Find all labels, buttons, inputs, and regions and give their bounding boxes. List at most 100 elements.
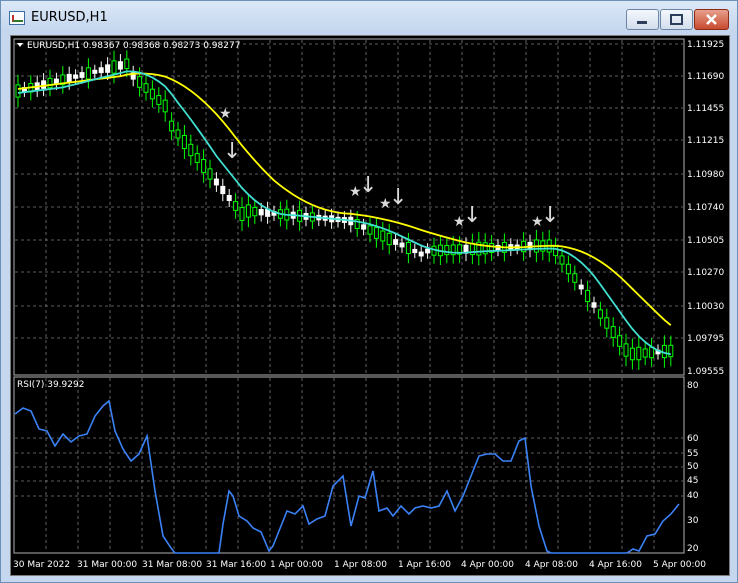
candle-body [53, 78, 59, 85]
price-label: 1.11455 [687, 104, 724, 114]
price-label: 1.10980 [687, 170, 724, 180]
candle-body [610, 326, 616, 338]
sell-arrow-icon: ↓ [223, 139, 241, 164]
candle-body [629, 347, 635, 361]
candle-body [386, 232, 392, 246]
chart-window: EURUSD,H1 ★ ★ ↓ ★ ↓ ★ ↓ ★ ↓ ↓ EURUSD,H1 0.98367 0… [0, 0, 738, 583]
candle-body [79, 72, 85, 78]
price-axis: 1.11925 1.11690 1.11455 1.11215 1.10980 … [687, 40, 724, 377]
maximize-button[interactable] [660, 9, 693, 30]
close-icon [706, 14, 717, 25]
candle-body [553, 245, 559, 257]
candle-body [137, 76, 143, 88]
ma-slow-line [17, 72, 672, 326]
price-label: 1.11215 [687, 136, 724, 146]
candle-body [617, 335, 623, 347]
candle-body [47, 77, 53, 89]
candle-body [258, 209, 264, 216]
price-label: 1.11925 [687, 40, 724, 50]
time-label: 31 Mar 16:00 [206, 560, 266, 570]
candle-body [162, 99, 168, 113]
sell-arrow-icon: ↓ [541, 203, 559, 228]
candle-body [245, 204, 251, 218]
rsi-level-label: 30 [687, 516, 699, 526]
candle-body [15, 84, 21, 98]
candle-body [572, 273, 578, 283]
candle-body [380, 230, 386, 242]
rsi-level-label: 20 [687, 544, 699, 554]
candle-body [604, 317, 610, 329]
price-label: 1.11690 [687, 72, 724, 82]
time-label: 4 Apr 00:00 [461, 560, 514, 570]
candle-body [169, 120, 175, 132]
candle-body [642, 348, 648, 358]
sell-arrow-icon: ↓ [389, 185, 407, 210]
main-pane-border [13, 38, 685, 376]
title-bar[interactable]: EURUSD,H1 [1, 1, 737, 35]
price-label: 1.09795 [687, 334, 724, 344]
chart-canvas[interactable]: ★★↓★↓★↓ ★↓↓ EURUSD,H1 0.98367 0.98368 0.9… [11, 36, 729, 575]
candle-body [226, 194, 232, 202]
candle-body [105, 64, 111, 73]
candle-body [393, 239, 399, 245]
candle-body [578, 284, 584, 290]
candle-body [213, 178, 219, 186]
restore-icon [670, 14, 683, 25]
sell-arrow-icon: ↓ [463, 203, 481, 228]
rsi-level-label: 50 [687, 462, 699, 472]
rsi-level-label: 40 [687, 491, 699, 501]
candle-body [412, 248, 418, 254]
price-label: 1.10270 [687, 268, 724, 278]
symbol-quote-line: EURUSD,H1 0.98367 0.98368 0.98273 0.9827… [27, 41, 240, 51]
candle-body [149, 88, 155, 100]
chart-area[interactable]: ★ ★ ↓ ★ ↓ ★ ↓ ★ ↓ ↓ EURUSD,H1 0.98367 0.98368 0.9… [10, 35, 730, 576]
candle-body [207, 168, 213, 180]
candle-body [668, 344, 674, 358]
candle-body [444, 245, 450, 256]
candle-body [85, 67, 91, 80]
candle-body [92, 69, 98, 74]
candle-body [220, 185, 226, 195]
candle-body [143, 83, 149, 93]
window-title: EURUSD,H1 [31, 10, 108, 25]
candle-body [252, 206, 258, 217]
candle-body [367, 225, 373, 235]
close-button[interactable] [694, 9, 729, 30]
time-label: 1 Apr 08:00 [334, 560, 387, 570]
candle-body [98, 67, 104, 74]
signal-star-icon: ★ [219, 106, 232, 122]
candle-body [181, 135, 187, 149]
candle-body [41, 80, 47, 89]
candle-body [175, 129, 181, 139]
candle-body [405, 241, 411, 255]
grid [15, 40, 683, 552]
candle-body [239, 207, 245, 221]
price-label: 1.10030 [687, 302, 724, 312]
minimize-icon [637, 21, 647, 24]
candle-body [399, 242, 405, 248]
candle-body [425, 248, 431, 254]
candle-body [111, 60, 117, 74]
rsi-axis: 80 60 55 50 45 40 30 20 [687, 381, 699, 554]
minimize-button[interactable] [626, 9, 659, 30]
candle-body [597, 309, 603, 319]
candle-body [418, 251, 424, 257]
rsi-label: RSI(7) 39.9292 [17, 380, 84, 390]
candle-body [117, 61, 123, 70]
chart-window-icon [9, 11, 25, 25]
time-label: 4 Apr 16:00 [589, 560, 642, 570]
price-label: 1.09555 [687, 367, 724, 377]
candle-body [194, 153, 200, 163]
time-label: 30 Mar 2022 [13, 560, 70, 570]
time-label: 1 Apr 00:00 [270, 560, 323, 570]
rsi-level-label: 80 [687, 381, 699, 391]
candlesticks [15, 50, 674, 370]
candle-body [591, 302, 597, 308]
chart-menu-arrow-icon[interactable] [17, 43, 23, 47]
rsi-level-label: 60 [687, 434, 699, 444]
rsi-level-label: 55 [687, 449, 698, 459]
candle-body [73, 74, 79, 79]
candle-body [559, 255, 565, 265]
candle-body [585, 289, 591, 303]
candle-body [156, 95, 162, 105]
